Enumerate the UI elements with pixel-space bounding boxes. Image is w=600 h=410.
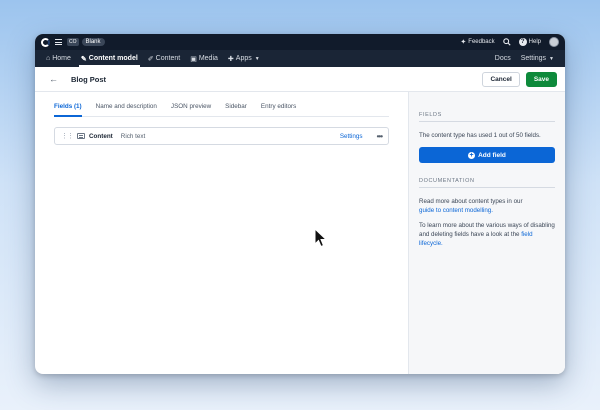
doc-text: Read more about content types in our [419, 198, 523, 205]
chevron-down-icon: ▼ [254, 55, 260, 62]
image-icon: ▣ [190, 55, 197, 63]
search-button[interactable] [502, 38, 511, 46]
tab-entry-editors[interactable]: Entry editors [261, 102, 296, 116]
fields-usage-text: The content type has used 1 out of 50 fi… [419, 132, 541, 139]
mouse-pointer-icon [314, 228, 328, 248]
rich-text-icon [77, 133, 85, 139]
more-options-icon[interactable]: ••• [377, 132, 383, 141]
puzzle-icon: ✚ [227, 55, 234, 63]
feedback-label: Feedback [468, 39, 495, 45]
main-nav: ⌂ Home ✎ Content model ✐ Content ▣ Media… [35, 50, 565, 67]
documentation-heading: DOCUMENTATION [419, 178, 555, 188]
nav-item-content[interactable]: ✐ Content [143, 50, 185, 67]
search-icon [502, 38, 511, 46]
pen-icon: ✐ [147, 55, 154, 63]
content-area: Fields (1) Name and description JSON pre… [35, 92, 565, 374]
cancel-button[interactable]: Cancel [482, 71, 520, 87]
settings-label: Settings [520, 55, 547, 62]
settings-menu[interactable]: Settings ▼ [516, 50, 559, 67]
nav-item-label: Home [52, 55, 71, 62]
space-switcher[interactable]: Blank [81, 38, 105, 46]
page-title: Blog Post [71, 74, 106, 84]
content-modelling-guide-link[interactable]: guide to content modelling. [419, 207, 493, 214]
docs-label: Docs [494, 55, 511, 62]
feedback-button[interactable]: ✦ Feedback [460, 38, 494, 46]
help-button[interactable]: ? Help [518, 38, 541, 46]
add-field-button[interactable]: + Add field [419, 147, 555, 163]
help-label: Help [528, 39, 541, 45]
wrench-icon: ✎ [80, 55, 87, 63]
drag-handle-icon[interactable]: ⋮⋮ [61, 132, 74, 140]
docs-link[interactable]: Docs [490, 50, 516, 67]
sidebar: FIELDS The content type has used 1 out o… [408, 92, 565, 374]
nav-item-label: Content model [88, 55, 138, 62]
top-bar: CO Blank ✦ Feedback ? Help [35, 34, 565, 50]
nav-item-label: Content [155, 55, 181, 62]
field-row[interactable]: ⋮⋮ Content Rich text Settings ••• [54, 127, 389, 145]
entry-header: ← Blog Post Cancel Save [35, 67, 565, 92]
tab-bar: Fields (1) Name and description JSON pre… [54, 102, 389, 117]
doc-paragraph-1: Read more about content types in our gui… [419, 197, 555, 215]
avatar[interactable] [549, 37, 559, 47]
app-window: CO Blank ✦ Feedback ? Help ⌂ Home ✎ Cont… [35, 34, 565, 374]
contentful-logo-icon[interactable] [41, 37, 50, 47]
field-settings-link[interactable]: Settings [340, 133, 363, 140]
nav-item-content-model[interactable]: ✎ Content model [76, 50, 143, 67]
doc-text: To learn more about the various ways of … [419, 222, 555, 238]
main-panel: Fields (1) Name and description JSON pre… [35, 92, 408, 374]
menu-icon[interactable] [55, 39, 62, 45]
tab-fields[interactable]: Fields (1) [54, 102, 82, 117]
home-icon: ⌂ [46, 55, 51, 62]
sparkle-icon: ✦ [460, 39, 467, 46]
field-type: Rich text [120, 132, 146, 140]
add-field-label: Add field [478, 151, 506, 159]
tab-json-preview[interactable]: JSON preview [171, 102, 211, 116]
plus-icon: + [468, 151, 476, 159]
fields-heading: FIELDS [419, 112, 555, 122]
help-icon: ? [518, 38, 527, 46]
org-badge: CO [67, 38, 79, 46]
nav-item-label: Media [198, 55, 218, 62]
nav-item-label: Apps [235, 55, 252, 62]
save-button[interactable]: Save [525, 71, 557, 87]
nav-item-media[interactable]: ▣ Media [185, 50, 223, 67]
nav-item-apps[interactable]: ✚ Apps ▼ [223, 50, 265, 67]
nav-item-home[interactable]: ⌂ Home [41, 50, 76, 67]
doc-paragraph-2: To learn more about the various ways of … [419, 221, 555, 248]
chevron-down-icon: ▼ [549, 55, 554, 62]
back-arrow-icon[interactable]: ← [49, 74, 58, 84]
tab-sidebar[interactable]: Sidebar [225, 102, 247, 116]
tab-name-and-description[interactable]: Name and description [96, 102, 157, 116]
field-name: Content [89, 132, 113, 140]
